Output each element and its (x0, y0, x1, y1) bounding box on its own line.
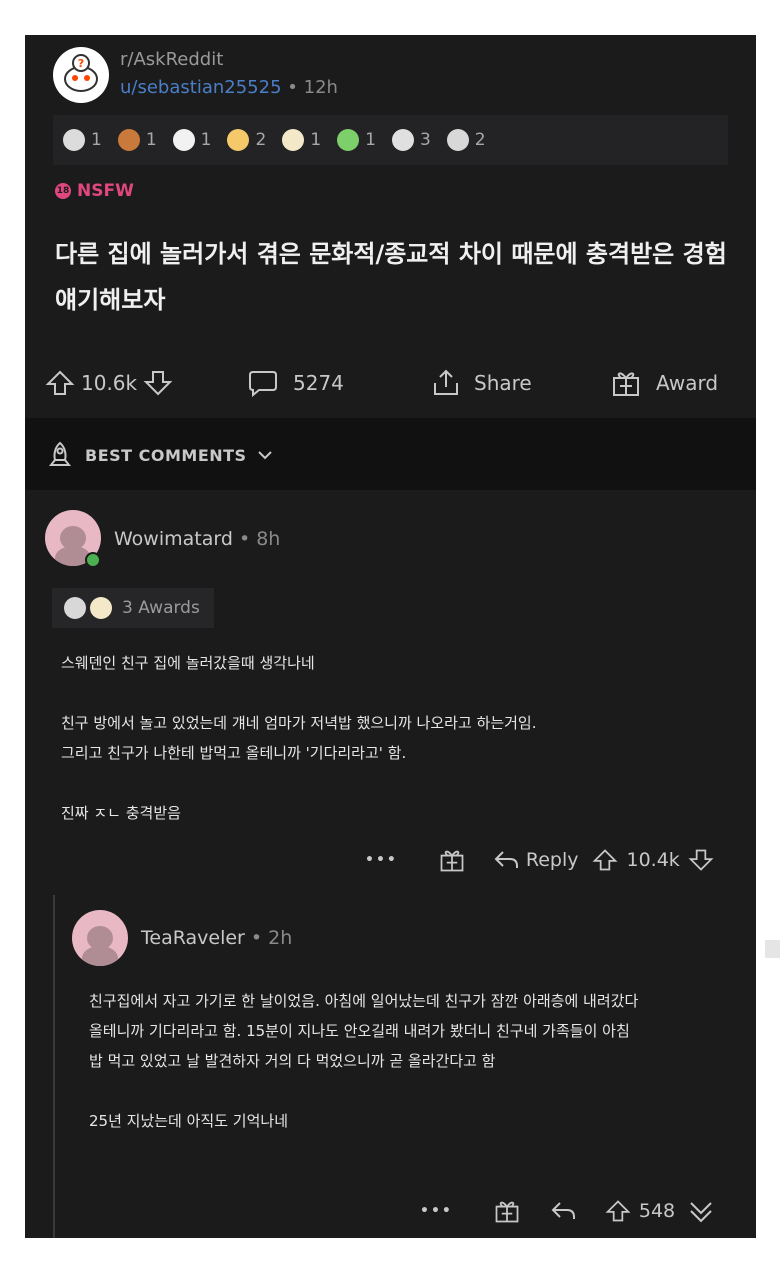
s-coin-award-icon (391, 129, 414, 151)
award-button[interactable]: Award (610, 360, 718, 405)
award-item[interactable]: 2 (227, 129, 266, 151)
comment-author-line: TeaRaveler • 2h (141, 927, 292, 949)
comment-actions: ••• Reply 10.4k (365, 840, 714, 880)
comment: Wowimatard • 8h 3 Awards 스웨덴인 친구 집에 놀러갔을… (25, 490, 756, 890)
party-award-icon (282, 129, 305, 151)
post-author-line: u/sebastian25525 • 12h (120, 77, 338, 98)
share-button[interactable]: Share (430, 360, 532, 405)
edge-fragment (765, 940, 780, 958)
comment-author[interactable]: TeaRaveler (141, 927, 245, 949)
silver-award-icon (63, 129, 85, 151)
comment-score: 10.4k (626, 849, 680, 871)
chevron-down-icon (257, 451, 272, 460)
bot-award-icon (172, 129, 195, 151)
reply-button[interactable]: Reply (526, 849, 579, 871)
svg-text:?: ? (78, 57, 84, 70)
downvote-icon[interactable] (688, 847, 714, 873)
nsfw-label: NSFW (77, 181, 134, 201)
upvote-icon[interactable] (45, 368, 75, 398)
comment-author[interactable]: Wowimatard (114, 528, 233, 550)
nsfw-tag: 18 NSFW (55, 181, 134, 201)
rocket-icon (48, 441, 72, 466)
award-item[interactable]: 1 (63, 129, 102, 151)
award-count: 2 (474, 130, 486, 150)
award-item[interactable]: 1 (172, 129, 212, 151)
hug-award-icon (446, 129, 469, 151)
award-count: 1 (200, 130, 212, 150)
reply-icon[interactable] (492, 846, 520, 874)
subreddit-avatar-icon[interactable]: ? (53, 47, 109, 103)
sort-label: BEST COMMENTS (85, 445, 247, 465)
comment-age: 8h (256, 528, 281, 550)
award-item[interactable]: 1 (117, 129, 157, 151)
more-options-icon[interactable]: ••• (365, 852, 398, 868)
hug-award-icon (64, 597, 86, 619)
collapse-chevron-icon[interactable] (685, 1195, 717, 1227)
comment-age: 2h (268, 927, 293, 949)
post-age: 12h (303, 77, 338, 98)
separator-dot: • (287, 77, 298, 98)
post-author[interactable]: u/sebastian25525 (120, 77, 282, 98)
upvote-count: 10.6k (81, 370, 138, 395)
party-award-icon (90, 597, 112, 619)
upvote-icon[interactable] (592, 847, 618, 873)
vote-group: 10.6k (45, 360, 173, 405)
separator-dot: • (238, 528, 251, 550)
downvote-icon[interactable] (143, 368, 173, 398)
award-count: 3 (419, 130, 431, 150)
award-count: 1 (145, 130, 157, 150)
gift-icon[interactable] (438, 846, 466, 874)
subreddit-name[interactable]: r/AskReddit (120, 49, 223, 70)
gift-icon[interactable] (493, 1197, 521, 1225)
award-item[interactable]: 2 (446, 129, 486, 151)
tip-award-icon (117, 129, 140, 151)
award-count: 1 (91, 130, 102, 150)
snake-award-icon (337, 129, 360, 151)
comment-awards[interactable]: 3 Awards (52, 588, 214, 628)
award-item[interactable]: 1 (282, 129, 321, 151)
heart-eyes-award-icon (227, 129, 250, 151)
reddit-post-view: ? r/AskReddit u/sebastian25525 • 12h 1 1… (25, 35, 756, 1238)
avatar[interactable] (72, 910, 128, 966)
separator-dot: • (250, 927, 263, 949)
comment-score: 548 (638, 1200, 676, 1222)
award-item[interactable]: 1 (337, 129, 376, 151)
comment-count: 5274 (293, 370, 344, 395)
comment-author-line: Wowimatard • 8h (114, 528, 280, 550)
comment-body: 친구집에서 자고 가기로 한 날이었음. 아침에 일어났는데 친구가 잠깐 아래… (89, 992, 639, 1130)
awards-count-label: 3 Awards (122, 598, 200, 618)
more-options-icon[interactable]: ••• (420, 1203, 453, 1219)
award-label: Award (656, 370, 719, 395)
gift-icon (613, 371, 639, 396)
comment-icon (249, 370, 277, 397)
sort-dropdown[interactable]: BEST COMMENTS (45, 440, 275, 470)
award-count: 1 (365, 130, 376, 150)
online-status-icon (85, 552, 101, 568)
comment-sort-bar: BEST COMMENTS (25, 418, 756, 490)
comments-button[interactable]: 5274 (247, 360, 344, 405)
share-icon (434, 369, 458, 395)
upvote-icon[interactable] (605, 1198, 631, 1224)
post-awards-bar[interactable]: 1 1 1 2 1 1 3 2 (53, 115, 728, 165)
share-label: Share (474, 370, 532, 395)
nsfw-icon: 18 (55, 183, 71, 199)
award-count: 2 (255, 130, 267, 150)
post-actions: 10.6k 5274 Share Award (45, 360, 745, 405)
post-title[interactable]: 다른 집에 놀러가서 겪은 문화적/종교적 차이 때문에 충격받은 경험 얘기해… (55, 231, 735, 323)
reply-icon[interactable] (549, 1197, 577, 1225)
comment-actions: ••• 548 (420, 1191, 717, 1231)
award-count: 1 (310, 130, 322, 150)
award-item[interactable]: 3 (391, 129, 431, 151)
comment-reply: TeaRaveler • 2h 친구집에서 자고 가기로 한 날이었음. 아침에… (25, 895, 756, 1238)
comment-body: 스웨덴인 친구 집에 놀러갔을때 생각나네 친구 방에서 놀고 있었는데 걔네 … (61, 654, 537, 822)
